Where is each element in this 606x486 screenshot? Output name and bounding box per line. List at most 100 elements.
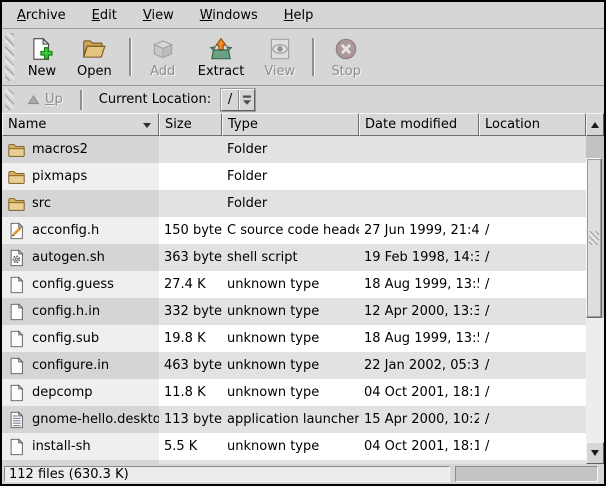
current-location-label: Current Location: xyxy=(99,92,211,107)
menu-archive[interactable]: Archive xyxy=(4,4,79,27)
column-header-name[interactable]: Name xyxy=(2,113,159,136)
file-row[interactable]: src Folder xyxy=(2,190,586,217)
file-size: 363 bytes xyxy=(159,244,222,271)
add-files-icon xyxy=(150,36,176,62)
progress-area xyxy=(455,466,598,482)
file-row[interactable]: autogen.sh 363 bytes shell script 19 Feb… xyxy=(2,244,586,271)
file-type: unknown type xyxy=(222,433,359,460)
file-location: / xyxy=(479,271,586,298)
file-location: / xyxy=(479,325,586,352)
file-date: 18 Aug 1999, 13:53 xyxy=(359,325,479,352)
file-date: 19 Feb 1998, 14:31 xyxy=(359,244,479,271)
view-button[interactable]: View xyxy=(256,32,303,83)
file-type: unknown type xyxy=(222,271,359,298)
scrollbar-grip xyxy=(589,231,599,245)
file-date: 27 Jun 1999, 21:49 xyxy=(359,217,479,244)
scroll-up-icon xyxy=(591,122,599,128)
file-row[interactable]: depcomp 11.8 K unknown type 04 Oct 2001,… xyxy=(2,379,586,406)
file-location: / xyxy=(479,217,586,244)
archive-manager-window: Archive Edit View Windows Help New Open … xyxy=(0,0,606,486)
toolbar-drag-handle[interactable] xyxy=(5,33,14,81)
plain-file-icon xyxy=(7,276,26,294)
file-date: 18 Aug 1999, 13:53 xyxy=(359,271,479,298)
menu-windows[interactable]: Windows xyxy=(187,4,271,27)
file-location: / xyxy=(479,433,586,460)
stop-button[interactable]: Stop xyxy=(323,32,369,83)
toolbar-separator xyxy=(312,38,314,76)
scroll-down-button[interactable] xyxy=(586,442,604,464)
file-name: src xyxy=(32,196,51,211)
open-button[interactable]: Open xyxy=(69,32,120,83)
file-date xyxy=(359,136,479,163)
toolbar-separator xyxy=(129,38,131,76)
up-arrow-icon xyxy=(27,94,40,105)
file-name: depcomp xyxy=(32,385,93,400)
file-date: 15 Apr 2000, 10:21 xyxy=(359,406,479,433)
open-archive-icon xyxy=(81,36,107,62)
file-location: / xyxy=(479,379,586,406)
menu-edit[interactable]: Edit xyxy=(79,4,130,27)
menu-help[interactable]: Help xyxy=(271,4,327,27)
extract-button[interactable]: Extract xyxy=(190,32,253,83)
plain-file-icon xyxy=(7,303,26,321)
file-row[interactable]: install-sh 5.5 K unknown type 04 Oct 200… xyxy=(2,433,586,460)
file-row[interactable]: config.h.in 332 bytes unknown type 12 Ap… xyxy=(2,298,586,325)
file-size: 463 bytes xyxy=(159,352,222,379)
source-file-icon xyxy=(7,222,26,240)
file-date xyxy=(359,190,479,217)
extract-archive-icon xyxy=(208,36,234,62)
file-location xyxy=(479,190,586,217)
scroll-down-icon xyxy=(591,450,599,456)
sort-indicator-icon xyxy=(143,123,151,128)
new-button[interactable]: New xyxy=(19,32,65,83)
column-header-size[interactable]: Size xyxy=(159,113,222,136)
file-size: 113 bytes xyxy=(159,406,222,433)
column-header-type[interactable]: Type xyxy=(222,113,359,136)
location-combobox[interactable]: / xyxy=(221,89,255,111)
file-row[interactable]: macros2 Folder xyxy=(2,136,586,163)
scrollbar-thumb[interactable] xyxy=(586,158,602,318)
file-size: 150 bytes xyxy=(159,217,222,244)
menu-view[interactable]: View xyxy=(130,4,187,27)
file-size xyxy=(159,190,222,217)
add-button[interactable]: Add xyxy=(140,32,186,83)
file-name: configure.in xyxy=(32,358,109,373)
file-date: 04 Oct 2001, 18:12 xyxy=(359,379,479,406)
file-name: config.sub xyxy=(32,331,99,346)
file-row[interactable]: configure.in 463 bytes unknown type 22 J… xyxy=(2,352,586,379)
file-row[interactable]: acconfig.h 150 bytes C source code heade… xyxy=(2,217,586,244)
scrollbar-track[interactable] xyxy=(586,136,604,442)
file-row[interactable]: gnome-hello.desktop 113 bytes applicatio… xyxy=(2,406,586,433)
new-archive-icon xyxy=(29,36,55,62)
file-date: 12 Apr 2000, 13:36 xyxy=(359,298,479,325)
file-name: acconfig.h xyxy=(32,223,99,238)
file-row[interactable]: pixmaps Folder xyxy=(2,163,586,190)
file-type: Folder xyxy=(222,163,359,190)
column-header-date-modified[interactable]: Date modified xyxy=(359,113,479,136)
location-bar-drag-handle[interactable] xyxy=(5,89,14,110)
file-row[interactable]: config.sub 19.8 K unknown type 18 Aug 19… xyxy=(2,325,586,352)
column-header-location[interactable]: Location xyxy=(479,113,586,136)
file-location: / xyxy=(479,298,586,325)
file-size xyxy=(159,136,222,163)
file-size: 332 bytes xyxy=(159,298,222,325)
plain-file-icon xyxy=(7,438,26,456)
plain-file-icon xyxy=(7,357,26,375)
file-type: shell script xyxy=(222,244,359,271)
file-date: 04 Oct 2001, 18:12 xyxy=(359,433,479,460)
file-name: config.h.in xyxy=(32,304,100,319)
file-date: 22 Jan 2002, 05:35 xyxy=(359,352,479,379)
up-button[interactable]: Up xyxy=(19,90,71,109)
file-type: unknown type xyxy=(222,325,359,352)
column-headers: Name Size Type Date modified Location xyxy=(2,113,586,136)
combo-dropdown-icon[interactable] xyxy=(239,90,254,110)
launcher-file-icon xyxy=(7,411,26,429)
file-type: application launcher xyxy=(222,406,359,433)
file-type: unknown type xyxy=(222,298,359,325)
file-date xyxy=(359,163,479,190)
location-bar-separator xyxy=(80,90,82,110)
file-name: install-sh xyxy=(32,439,91,454)
file-type: Folder xyxy=(222,190,359,217)
scroll-up-button[interactable] xyxy=(586,113,604,136)
file-row[interactable]: config.guess 27.4 K unknown type 18 Aug … xyxy=(2,271,586,298)
